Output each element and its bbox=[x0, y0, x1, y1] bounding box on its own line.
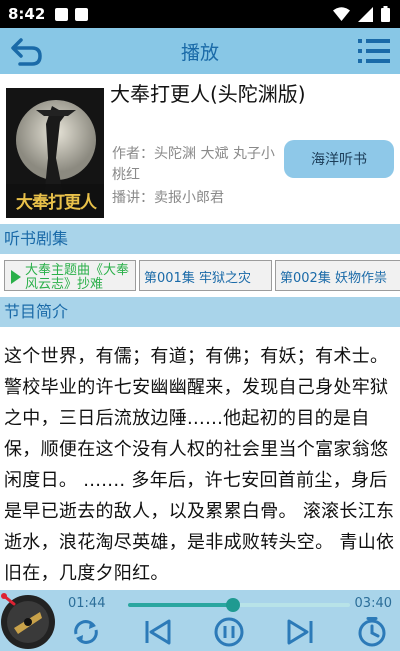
episode-item-active[interactable]: 大奉主题曲《大奉风云志》抄难 bbox=[4, 260, 136, 291]
progress-fill bbox=[128, 603, 233, 607]
previous-icon[interactable] bbox=[140, 616, 176, 648]
app-bar: 播放 bbox=[0, 28, 400, 74]
episode-item[interactable]: 第002集 妖物作祟 bbox=[275, 260, 400, 291]
book-title: 大奉打更人(头陀渊版) bbox=[110, 82, 306, 106]
notification-icon bbox=[55, 8, 68, 21]
page-title: 播放 bbox=[180, 42, 219, 64]
progress-knob[interactable] bbox=[225, 598, 240, 612]
player-bar: 01:44 03:40 bbox=[0, 590, 400, 651]
list-menu-icon[interactable] bbox=[356, 34, 392, 68]
current-time: 01:44 bbox=[68, 596, 106, 611]
status-bar: 8:42 bbox=[0, 0, 400, 28]
system-icons bbox=[333, 6, 390, 22]
intro-panel: 这个世界，有儒；有道；有佛；有妖；有术士。 警校毕业的许七安幽幽醒来，发现自己身… bbox=[0, 327, 400, 590]
episode-item[interactable]: 第001集 牢狱之灾 bbox=[139, 260, 272, 291]
notification-icon bbox=[75, 8, 88, 21]
pause-icon[interactable] bbox=[211, 616, 247, 648]
episode-label: 大奉主题曲《大奉风云志》抄难 bbox=[25, 263, 130, 291]
loop-icon[interactable] bbox=[68, 616, 104, 648]
play-icon bbox=[11, 270, 21, 284]
battery-icon bbox=[381, 6, 390, 22]
status-time: 8:42 bbox=[8, 5, 46, 23]
signal-icon bbox=[358, 6, 373, 22]
progress-slider[interactable] bbox=[128, 598, 350, 612]
next-icon[interactable] bbox=[282, 616, 318, 648]
intro-heading: 节目简介 bbox=[0, 297, 400, 327]
episode-list: 大奉主题曲《大奉风云志》抄难 第001集 牢狱之灾 第002集 妖物作祟 bbox=[0, 254, 400, 297]
wifi-icon bbox=[333, 6, 350, 21]
timer-icon[interactable] bbox=[354, 616, 390, 648]
intro-text: 这个世界，有儒；有道；有佛；有妖；有术士。 警校毕业的许七安幽幽醒来，发现自己身… bbox=[4, 346, 395, 584]
source-button[interactable]: 海洋听书 bbox=[284, 140, 394, 178]
cover-title: 大奉打更人 bbox=[16, 193, 97, 213]
total-time: 03:40 bbox=[354, 596, 392, 611]
book-narrator: 播讲：卖报小郎君 bbox=[112, 190, 224, 206]
book-author: 作者：头陀渊 大斌 丸子小桃红 bbox=[112, 146, 275, 183]
album-disc[interactable] bbox=[0, 590, 60, 651]
episodes-heading: 听书剧集 bbox=[0, 224, 400, 254]
book-cover[interactable]: 大奉打更人 bbox=[6, 88, 104, 218]
